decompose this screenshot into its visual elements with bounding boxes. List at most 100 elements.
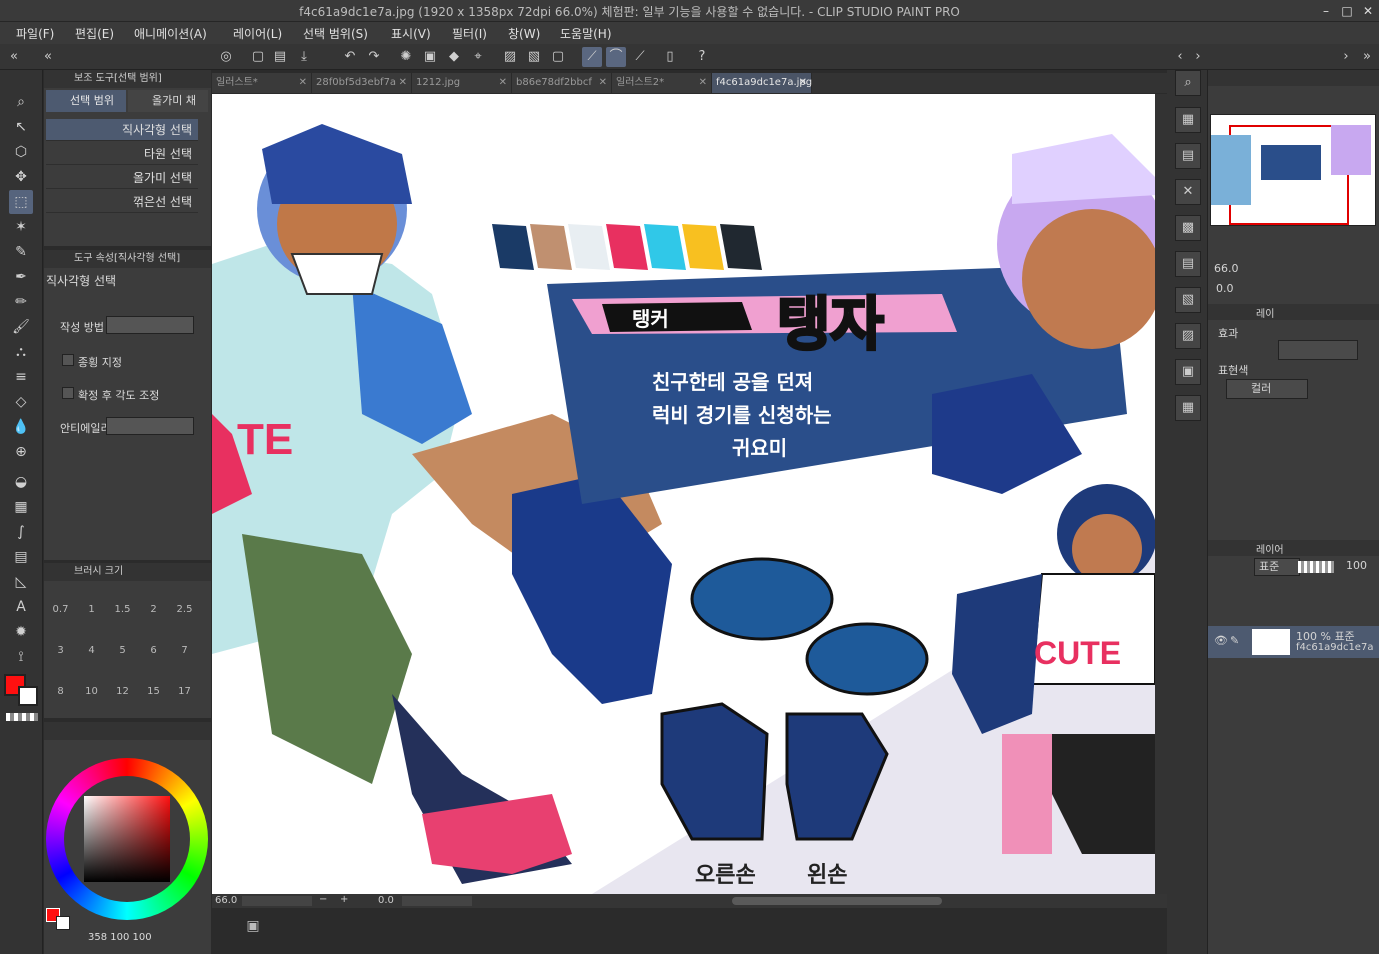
- menu-animation[interactable]: 애니메이션(A): [134, 25, 207, 42]
- zoom-icon[interactable]: ⌕: [9, 90, 33, 114]
- secondary-color-swatch[interactable]: [18, 686, 38, 706]
- material-icon-2[interactable]: ▤: [1175, 143, 1201, 169]
- brush-size-option[interactable]: 17: [170, 673, 199, 699]
- opacity-value[interactable]: 100: [1346, 559, 1367, 572]
- eye-icon[interactable]: 👁: [1214, 634, 1228, 647]
- brush-size-option[interactable]: 2: [139, 591, 168, 617]
- tab-close-icon[interactable]: ✕: [799, 73, 807, 93]
- angle-slider[interactable]: [402, 896, 472, 906]
- undo-icon[interactable]: ↶: [340, 47, 360, 67]
- subtool-item-lasso[interactable]: 올가미 선택: [46, 167, 198, 189]
- collapse-right-icon-4[interactable]: »: [1357, 47, 1377, 67]
- brush-icon[interactable]: 🖌: [9, 315, 33, 339]
- horizontal-scrollbar[interactable]: [732, 897, 942, 905]
- tab-document[interactable]: b86e78df2bbcf ✕: [512, 73, 612, 93]
- expression-color-select[interactable]: 컬러: [1226, 379, 1308, 399]
- material-icon-8[interactable]: ▣: [1175, 359, 1201, 385]
- loading-icon[interactable]: ✺: [396, 47, 416, 67]
- pencil-icon[interactable]: ✏: [9, 290, 33, 314]
- tab-close-icon[interactable]: ✕: [299, 73, 307, 93]
- brush-size-option[interactable]: 6: [139, 632, 168, 658]
- tab-document[interactable]: 일러스트* ✕: [212, 73, 312, 93]
- tab-close-icon[interactable]: ✕: [599, 73, 607, 93]
- auto-select-icon[interactable]: ✶: [9, 215, 33, 239]
- effect-buttons[interactable]: [1278, 340, 1358, 360]
- menu-edit[interactable]: 편집(E): [75, 25, 114, 42]
- transparent-color-swatch[interactable]: [6, 713, 38, 721]
- blend-mode-select[interactable]: 표준: [1254, 558, 1300, 576]
- brush-size-option[interactable]: 2.5: [170, 591, 199, 617]
- create-method-select[interactable]: [106, 316, 194, 334]
- tab-document[interactable]: 1212.jpg ✕: [412, 73, 512, 93]
- material-icon-9[interactable]: ▦: [1175, 395, 1201, 421]
- pen-icon[interactable]: ✒: [9, 265, 33, 289]
- menu-filter[interactable]: 필터(I): [452, 25, 487, 42]
- collapse-left-icon-2[interactable]: «: [38, 47, 58, 67]
- tab-close-icon[interactable]: ✕: [699, 73, 707, 93]
- opacity-slider[interactable]: [1298, 561, 1334, 573]
- selection-tool-icon[interactable]: ⬚: [9, 190, 33, 214]
- brush-size-option[interactable]: 7: [170, 632, 199, 658]
- tab-close-icon[interactable]: ✕: [399, 73, 407, 93]
- tab-close-icon[interactable]: ✕: [499, 73, 507, 93]
- brush-size-option[interactable]: 15: [139, 673, 168, 699]
- help-icon[interactable]: ?: [692, 47, 712, 67]
- saturation-square[interactable]: [84, 796, 170, 882]
- show-selection-icon[interactable]: ▢: [548, 47, 568, 67]
- frame-icon[interactable]: ▤: [9, 545, 33, 569]
- zoom-slider[interactable]: [242, 896, 312, 906]
- device-icon[interactable]: ▯: [660, 47, 680, 67]
- brush-size-option[interactable]: 5: [108, 632, 137, 658]
- zoom-in-icon[interactable]: +: [340, 894, 348, 905]
- material-icon-4[interactable]: ▩: [1175, 215, 1201, 241]
- mini-secondary-swatch[interactable]: [56, 916, 70, 930]
- app-logo-icon[interactable]: ◎: [216, 47, 236, 67]
- maximize-button[interactable]: □: [1337, 2, 1357, 20]
- menu-selection[interactable]: 선택 범위(S): [303, 25, 368, 42]
- menu-window[interactable]: 창(W): [508, 25, 540, 42]
- snap-grid-icon[interactable]: ⟋: [630, 47, 650, 67]
- deselect-icon[interactable]: ▨: [500, 47, 520, 67]
- material-icon-7[interactable]: ▨: [1175, 323, 1201, 349]
- eraser-icon[interactable]: ◇: [9, 390, 33, 414]
- brush-size-option[interactable]: 4: [77, 632, 106, 658]
- brush-size-option[interactable]: 8: [46, 673, 75, 699]
- subtool-item-ellipse[interactable]: 타원 선택: [46, 143, 198, 165]
- collapse-right-icon-3[interactable]: ›: [1336, 47, 1356, 67]
- new-file-icon[interactable]: ▢: [248, 47, 268, 67]
- brush-size-option[interactable]: 3: [46, 632, 75, 658]
- brush-size-option[interactable]: 0.7: [46, 591, 75, 617]
- zoom-out-icon[interactable]: −: [319, 894, 327, 905]
- collapse-right-icon[interactable]: ‹: [1170, 47, 1190, 67]
- aspect-checkbox[interactable]: [62, 354, 74, 366]
- snap-ruler-icon[interactable]: ⟋: [582, 47, 602, 67]
- menu-file[interactable]: 파일(F): [16, 25, 54, 42]
- brush-size-option[interactable]: 10: [77, 673, 106, 699]
- save-icon[interactable]: ⤓: [294, 47, 314, 67]
- canvas[interactable]: TE 탱커 탱자 친구한테 공을 던져 럭비 경기를 신청하는 귀요미 오른손 …: [212, 94, 1155, 894]
- material-icon[interactable]: ▦: [1175, 107, 1201, 133]
- brush-size-option[interactable]: 1.5: [108, 591, 137, 617]
- vertical-scrollbar[interactable]: [1155, 94, 1167, 894]
- tab-document[interactable]: 일러스트2* ✕: [612, 73, 712, 93]
- clear-icon[interactable]: ▣: [420, 47, 440, 67]
- minimize-button[interactable]: –: [1316, 2, 1336, 20]
- layer-row[interactable]: 👁 ✎ 100 % 표준 f4c61a9dc1e7a: [1208, 626, 1379, 658]
- brush-size-option[interactable]: 12: [108, 673, 137, 699]
- brush-size-option[interactable]: 1: [77, 591, 106, 617]
- collapse-left-icon[interactable]: «: [4, 47, 24, 67]
- tab-lasso[interactable]: 올가미 채: [128, 90, 208, 112]
- mesh-icon[interactable]: ⊕: [9, 440, 33, 464]
- search-icon[interactable]: ⌕: [1175, 70, 1201, 96]
- tab-document[interactable]: f4c61a9dc1e7a.jpg ✕: [712, 73, 812, 93]
- tab-selection[interactable]: 선택 범위: [46, 90, 126, 112]
- bottom-panel-icon[interactable]: ▣: [240, 918, 266, 940]
- text-icon[interactable]: A: [9, 595, 33, 619]
- material-icon-6[interactable]: ▧: [1175, 287, 1201, 313]
- menu-layer[interactable]: 레이어(L): [233, 25, 282, 42]
- open-file-icon[interactable]: ▤: [270, 47, 290, 67]
- correction-icon[interactable]: ⟟: [9, 645, 33, 669]
- redo-icon[interactable]: ↷: [364, 47, 384, 67]
- menu-view[interactable]: 표시(V): [391, 25, 431, 42]
- blend-icon[interactable]: 💧: [9, 415, 33, 439]
